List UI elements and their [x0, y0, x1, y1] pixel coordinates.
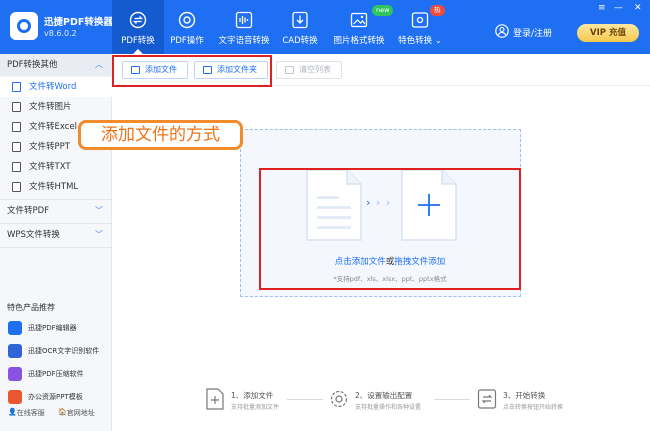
chevron-down-icon: ﹀ — [95, 230, 103, 239]
customer-service-link[interactable]: 👤 在线客服 — [8, 408, 45, 417]
special-icon — [411, 12, 429, 28]
sidebar-section-wps[interactable]: WPS文件转换 ﹀ — [0, 224, 112, 246]
file-icon — [12, 122, 21, 132]
tab-pdf-operate[interactable]: PDF操作 — [164, 0, 210, 54]
file-icon — [12, 182, 21, 192]
clear-list-button[interactable]: 清空列表 — [276, 61, 342, 79]
image-icon — [350, 12, 368, 28]
gear-icon — [178, 11, 196, 29]
audio-wave-icon — [235, 11, 253, 29]
compress-icon — [8, 367, 22, 381]
tab-label: 图片格式转换 — [333, 36, 385, 46]
file-icon — [12, 102, 21, 112]
hot-badge: 热 — [430, 5, 445, 16]
file-icon — [12, 162, 21, 172]
highlight-box-toolbar — [112, 55, 272, 87]
app-logo-icon — [10, 12, 38, 40]
annotation-callout: 添加文件的方式 — [78, 120, 243, 150]
sidebar-item-to-html[interactable]: 文件转HTML — [0, 177, 112, 197]
website-link[interactable]: 🏠 官网地址 — [58, 408, 95, 417]
sidebar-section-file-to-pdf[interactable]: 文件转PDF ﹀ — [0, 200, 112, 222]
product-compress[interactable]: 迅捷PDF压缩软件 — [0, 363, 112, 385]
close-icon[interactable]: ✕ — [634, 3, 642, 13]
chevron-down-icon: ﹀ — [95, 206, 103, 215]
step-separator — [287, 399, 323, 400]
minimize-icon[interactable]: — — [614, 3, 623, 13]
vip-button[interactable]: VIP 充值 — [577, 24, 639, 42]
tab-label: 特色转换 ⌄ — [398, 36, 442, 46]
tab-image-convert[interactable]: 图片格式转换 new — [332, 0, 394, 54]
tab-cad-convert[interactable]: CAD转换 — [278, 0, 322, 54]
cad-download-icon — [292, 11, 308, 29]
sidebar-item-to-image[interactable]: 文件转图片 — [0, 97, 112, 117]
app-version: v8.6.0.2 — [44, 29, 77, 38]
app-name: 迅捷PDF转换器 — [44, 17, 113, 28]
gear-step-icon — [330, 390, 348, 408]
trash-icon — [285, 66, 294, 74]
user-icon — [495, 24, 509, 38]
sidebar-section-pdf-other[interactable]: PDF转换其他 ︿ — [0, 54, 112, 76]
highlight-box-dropzone — [259, 168, 521, 290]
tab-text-speech[interactable]: 文字语音转换 — [214, 0, 274, 54]
chevron-up-icon: ︿ — [95, 60, 103, 69]
products-title: 特色产品推荐 — [7, 303, 55, 312]
sidebar: PDF转换其他 ︿ 文件转Word 文件转图片 文件转Excel 文件转PPT … — [0, 54, 112, 431]
swap-icon — [129, 11, 147, 29]
pdf-editor-icon — [8, 321, 22, 335]
sidebar-item-to-word[interactable]: 文件转Word — [0, 77, 112, 97]
tab-pdf-convert[interactable]: PDF转换 — [112, 0, 164, 54]
tab-label: 文字语音转换 — [218, 36, 270, 46]
ocr-icon — [8, 344, 22, 358]
tab-special-convert[interactable]: 特色转换 ⌄ 热 — [394, 0, 446, 54]
new-badge: new — [372, 5, 394, 16]
step-separator — [434, 399, 470, 400]
file-icon — [12, 82, 21, 92]
product-pdf-editor[interactable]: 迅捷PDF编辑器 — [0, 317, 112, 339]
login-link[interactable]: 登录/注册 — [513, 26, 552, 39]
tab-label: PDF操作 — [170, 36, 204, 46]
convert-step-icon — [477, 389, 497, 409]
product-ppt-template[interactable]: 办公资源PPT模板 — [0, 386, 112, 408]
sidebar-item-to-txt[interactable]: 文件转TXT — [0, 157, 112, 177]
title-bar: 迅捷PDF转换器 v8.6.0.2 PDF转换 PDF操作 文字语音转换 CAD… — [0, 0, 650, 54]
add-file-step-icon — [206, 388, 224, 410]
tab-label: PDF转换 — [121, 36, 155, 46]
ppt-template-icon — [8, 390, 22, 404]
menu-icon[interactable]: ≡ — [598, 3, 606, 13]
file-icon — [12, 142, 21, 152]
tab-label: CAD转换 — [282, 36, 318, 46]
product-ocr[interactable]: 迅捷OCR文字识别软件 — [0, 340, 112, 362]
divider — [0, 247, 112, 248]
